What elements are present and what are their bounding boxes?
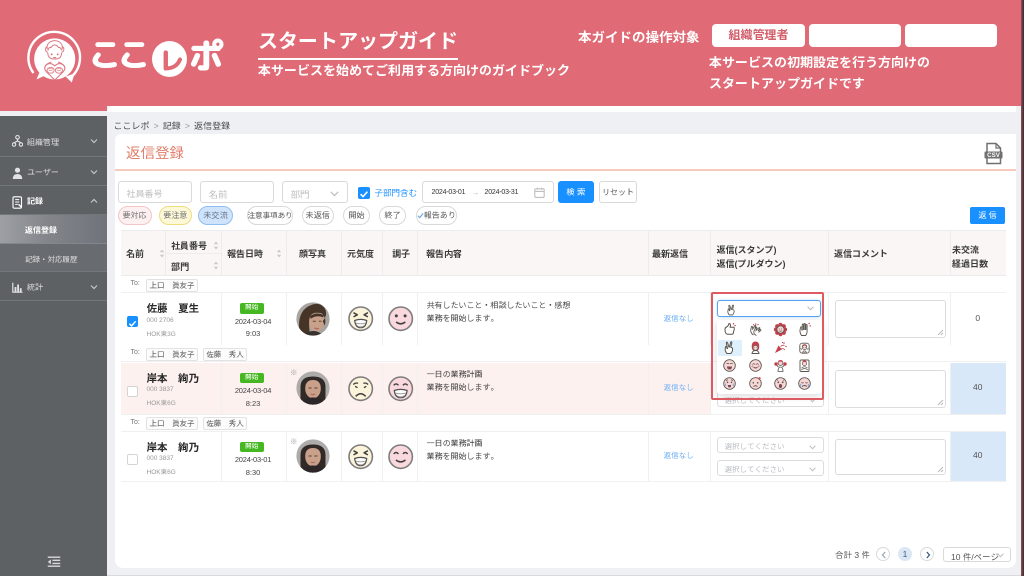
svg-text:CSV: CSV [987, 152, 1001, 159]
